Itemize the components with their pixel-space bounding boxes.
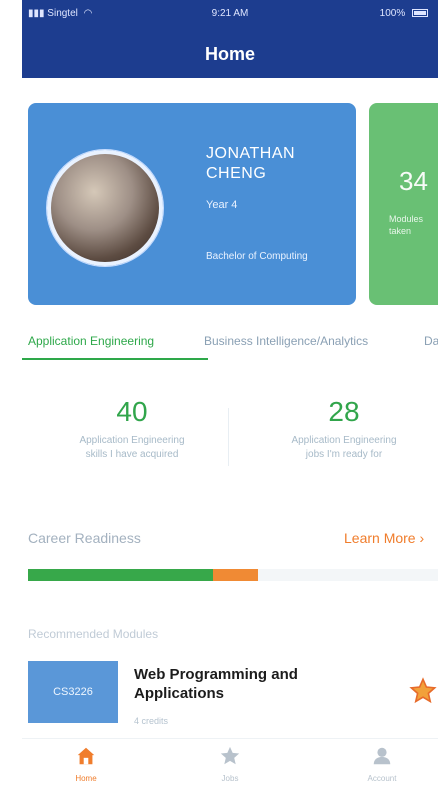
tab-data[interactable]: Da	[424, 334, 438, 348]
jobs-stat[interactable]: 28 Application Engineering jobs I'm read…	[250, 396, 438, 462]
nav-account-label: Account	[367, 774, 397, 783]
skills-label-line2: skills I have acquired	[85, 449, 179, 460]
learn-more-link[interactable]: Learn More ›	[344, 530, 424, 546]
stat-divider	[228, 408, 229, 466]
profile-name: JONATHAN CHENG	[206, 145, 296, 182]
bottom-navigation: Home Jobs Account	[22, 738, 438, 793]
module-title: Web Programming and Applications	[134, 666, 298, 702]
nav-jobs-label: Jobs	[221, 774, 239, 783]
tab-business-intelligence[interactable]: Business Intelligence/Analytics	[204, 334, 368, 348]
tab-application-engineering[interactable]: Application Engineering	[28, 334, 154, 348]
battery-icon	[412, 9, 428, 18]
profile-card[interactable]: JONATHAN CHENG Year 4 Bachelor of Comput…	[28, 103, 356, 305]
skills-count: 40	[116, 396, 148, 427]
battery-status: 100%	[380, 8, 428, 19]
skills-label: Application Engineering skills I have ac…	[28, 434, 236, 462]
progress-green-segment	[28, 569, 213, 581]
left-strip	[0, 0, 22, 792]
module-code: CS3226	[28, 661, 118, 723]
nav-account[interactable]: Account	[342, 745, 422, 783]
active-tab-underline	[22, 358, 208, 360]
module-card[interactable]: CS3226 Web Programming and Applications …	[28, 659, 438, 729]
status-bar: ▮▮▮ Singtel ◠ 9:21 AM 100%	[22, 8, 438, 22]
status-time: 9:21 AM	[211, 8, 249, 19]
progress-orange-segment	[212, 569, 258, 581]
career-readiness-label: Career Readiness	[28, 530, 141, 546]
nav-home-label: Home	[75, 774, 97, 783]
account-icon	[373, 747, 391, 765]
jobs-label-line1: Application Engineering	[291, 435, 397, 446]
skills-stat[interactable]: 40 Application Engineering skills I have…	[28, 396, 236, 462]
modules-caption: Modules taken	[389, 214, 424, 236]
nav-jobs[interactable]: Jobs	[190, 745, 270, 783]
avatar	[47, 150, 163, 266]
jobs-count: 28	[328, 396, 360, 427]
modules-count: 34	[399, 166, 428, 196]
career-progress-bar	[28, 569, 438, 581]
star-icon	[220, 746, 240, 765]
jobs-label-line2: jobs I'm ready for	[305, 449, 383, 460]
module-credits: 4 credits	[134, 716, 169, 726]
modules-card[interactable]: 34 Modules taken	[369, 103, 438, 305]
specialization-tabs: Application Engineering Business Intelli…	[22, 334, 438, 364]
star-icon[interactable]	[409, 677, 437, 705]
profile-year: Year 4	[206, 199, 238, 211]
recommended-modules-label: Recommended Modules	[28, 627, 159, 641]
app-header: ▮▮▮ Singtel ◠ 9:21 AM 100% Home	[22, 0, 438, 78]
nav-home[interactable]: Home	[46, 745, 126, 783]
page-title: Home	[204, 44, 255, 64]
battery-percent: 100%	[379, 8, 406, 19]
skills-label-line1: Application Engineering	[79, 435, 185, 446]
profile-degree: Bachelor of Computing	[206, 251, 308, 262]
home-icon	[77, 747, 95, 765]
jobs-label: Application Engineering jobs I'm ready f…	[250, 434, 438, 462]
